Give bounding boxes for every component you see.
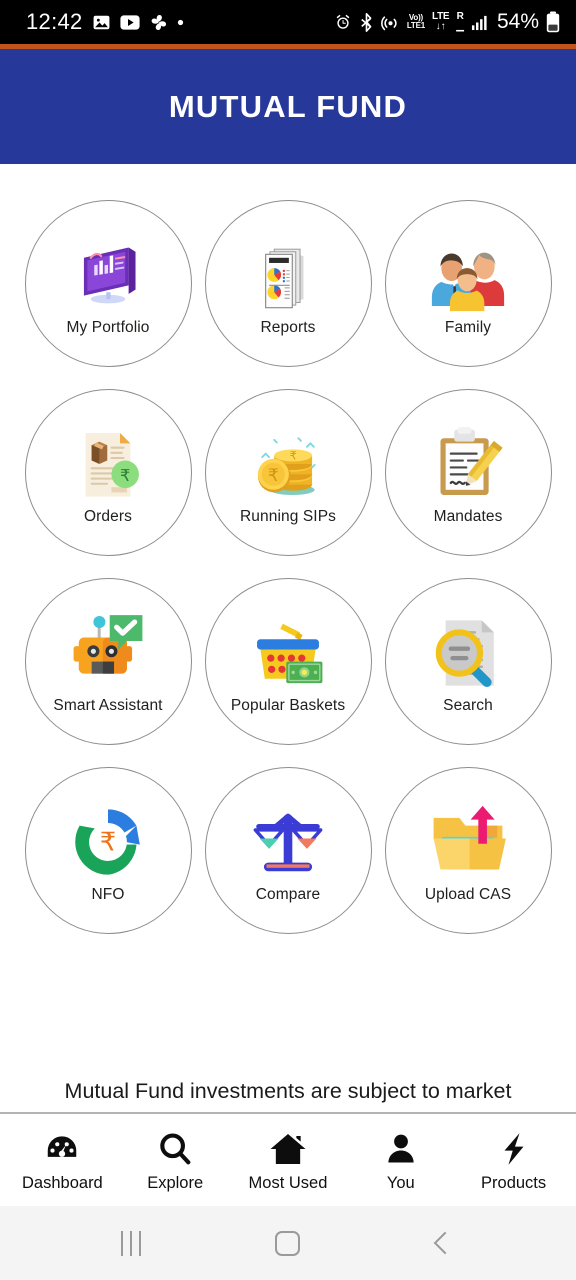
signal-bars-icon (471, 14, 488, 31)
app-root: 12:42 Vo)) LTE1 LTE ↓↑ R ▁ 54% MUTUAL FU… (0, 0, 576, 1280)
grid-item-smart-assistant[interactable]: Smart Assistant (24, 578, 192, 745)
grid-item-label: My Portfolio (66, 318, 150, 336)
main-content: My Portfolio Reports Family ₹ Orders ₹ ₹… (0, 164, 576, 1114)
status-bar-right: Vo)) LTE1 LTE ↓↑ R ▁ 54% (334, 10, 560, 34)
grid-tile[interactable]: Family (378, 200, 558, 367)
grid-item-upload-cas[interactable]: Upload CAS (384, 767, 552, 934)
grid-tile[interactable]: Search (378, 578, 558, 745)
grid-item-label: Reports (260, 318, 316, 336)
grid-item-reports[interactable]: Reports (204, 200, 372, 367)
tab-you[interactable]: You (345, 1129, 457, 1192)
recents-icon[interactable] (89, 1219, 173, 1267)
documents-piechart-icon (245, 232, 331, 318)
page-title: MUTUAL FUND (168, 88, 408, 124)
grid-tile[interactable]: Smart Assistant (18, 578, 198, 745)
grid-item-orders[interactable]: ₹ Orders (24, 389, 192, 556)
svg-text:₹: ₹ (120, 466, 130, 485)
grid-item-label: Orders (84, 507, 132, 525)
grid-item-running-sips[interactable]: ₹ ₹ Running SIPs (204, 389, 372, 556)
grid-tile[interactable]: Popular Baskets (198, 578, 378, 745)
grid-item-label: NFO (91, 885, 125, 903)
back-chevron-icon[interactable] (403, 1219, 487, 1267)
status-clock: 12:42 (26, 9, 83, 34)
system-nav-bar (0, 1206, 576, 1280)
speedometer-icon (43, 1129, 81, 1169)
robot-chat-check-icon (65, 610, 151, 696)
grid-item-label: Family (444, 318, 492, 336)
grid-tile[interactable]: ₹ ₹ Running SIPs (198, 389, 378, 556)
app-header: MUTUAL FUND (0, 49, 576, 164)
document-parcel-rupee-icon: ₹ (65, 421, 151, 507)
apps-cluster-icon (149, 13, 168, 32)
folder-upload-arrow-icon (425, 799, 511, 885)
youtube-icon (119, 14, 140, 30)
grid-tile[interactable]: Mandates (378, 389, 558, 556)
status-bar-left: 12:42 (26, 9, 184, 35)
grid-tile[interactable]: ₹ Orders (18, 389, 198, 556)
svg-text:₹: ₹ (100, 827, 116, 857)
tab-label: Most Used (248, 1173, 328, 1192)
disclaimer-marquee: Mutual Fund investments are subject to m… (0, 1072, 576, 1114)
battery-percent-label: 54% (496, 10, 539, 33)
svg-text:₹: ₹ (290, 449, 297, 462)
family-people-icon (425, 232, 511, 318)
grid-item-nfo[interactable]: ₹ NFO (24, 767, 192, 934)
circular-arrows-rupee-icon: ₹ (65, 799, 151, 885)
home-icon (268, 1129, 308, 1169)
grid-tile[interactable]: My Portfolio (18, 200, 198, 367)
clipboard-pencil-icon (425, 421, 511, 507)
tab-label: You (386, 1173, 415, 1192)
bluetooth-icon (359, 12, 374, 32)
grid-item-label: Compare (255, 885, 321, 903)
home-square-icon[interactable] (246, 1219, 330, 1267)
tab-label: Dashboard (22, 1173, 103, 1192)
grid-item-label: Popular Baskets (230, 696, 346, 714)
lightning-bolt-icon (495, 1129, 533, 1169)
grid-item-label: Upload CAS (424, 885, 512, 903)
bottom-tab-bar: Dashboard Explore Most Used You Products (0, 1114, 576, 1206)
grid-item-label: Smart Assistant (53, 696, 163, 714)
svg-text:₹: ₹ (268, 466, 279, 486)
basket-money-icon (245, 610, 331, 696)
tab-label: Products (481, 1173, 547, 1192)
roaming-indicator: R ▁ (456, 10, 464, 32)
disclaimer-text: Mutual Fund investments are subject to m… (64, 1078, 512, 1103)
grid-tile[interactable]: Compare (198, 767, 378, 934)
grid-item-compare[interactable]: Compare (204, 767, 372, 934)
battery-icon (546, 11, 560, 33)
grid-item-search[interactable]: Search (384, 578, 552, 745)
photos-icon (92, 13, 111, 32)
volte-icon: Vo)) LTE1 (406, 13, 426, 30)
dot-icon (177, 19, 184, 26)
alarm-icon (334, 13, 352, 31)
grid-item-label: Running SIPs (240, 507, 336, 525)
grid-tile[interactable]: Upload CAS (378, 767, 558, 934)
lte-roaming-icon: LTE ↓↑ (432, 10, 450, 32)
grid-item-label: Search (443, 696, 493, 714)
tab-label: Explore (147, 1173, 204, 1192)
gold-coins-rupee-icon: ₹ ₹ (245, 421, 331, 507)
balance-scale-icon (245, 799, 331, 885)
grid-tile[interactable]: ₹ NFO (18, 767, 198, 934)
status-bar: 12:42 Vo)) LTE1 LTE ↓↑ R ▁ 54% (0, 0, 576, 44)
feature-grid: My Portfolio Reports Family ₹ Orders ₹ ₹… (0, 164, 576, 934)
monitor-dashboard-icon (65, 232, 151, 318)
document-magnifier-icon (425, 610, 511, 696)
hotspot-icon (380, 13, 400, 32)
tab-dashboard[interactable]: Dashboard (6, 1129, 118, 1192)
grid-item-family[interactable]: Family (384, 200, 552, 367)
tab-most-used[interactable]: Most Used (232, 1129, 344, 1192)
tab-products[interactable]: Products (458, 1129, 570, 1192)
person-icon (383, 1129, 419, 1169)
grid-item-my-portfolio[interactable]: My Portfolio (24, 200, 192, 367)
grid-item-label: Mandates (433, 507, 503, 525)
magnifier-icon (156, 1129, 194, 1169)
grid-tile[interactable]: Reports (198, 200, 378, 367)
tab-explore[interactable]: Explore (119, 1129, 231, 1192)
grid-item-popular-baskets[interactable]: Popular Baskets (204, 578, 372, 745)
grid-item-mandates[interactable]: Mandates (384, 389, 552, 556)
